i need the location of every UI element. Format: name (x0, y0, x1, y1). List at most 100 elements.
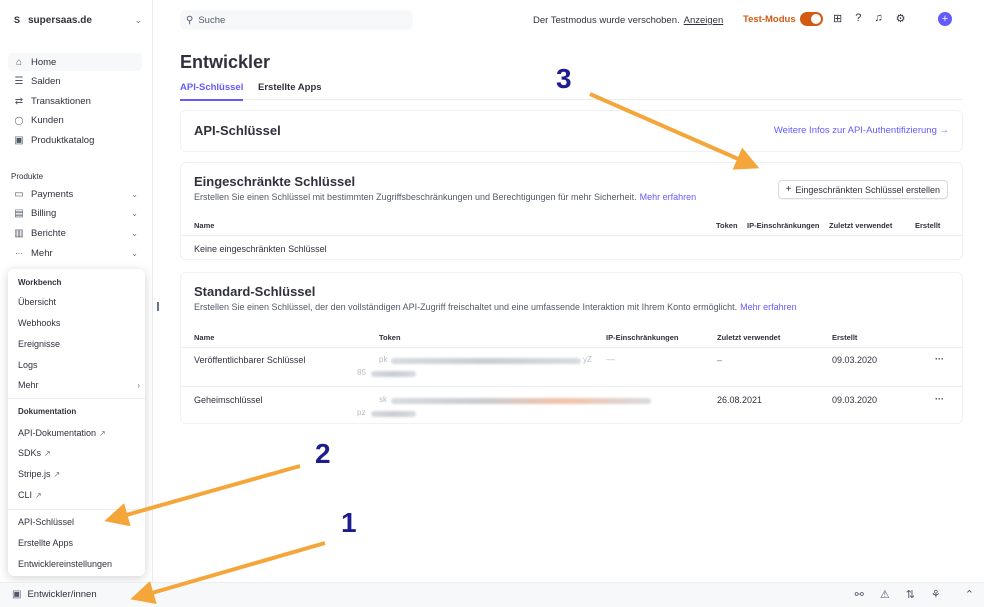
menu-item-label: Stripe.js (18, 469, 51, 479)
menu-item-api-keys[interactable]: API-Schlüssel (18, 517, 140, 527)
sidebar-item-payments[interactable]: ▭ Payments ⌄ (8, 185, 142, 203)
create-restricted-key-button[interactable]: + Eingeschränkten Schlüssel erstellen (777, 180, 948, 199)
search-input[interactable]: ⚲ Suche (180, 10, 413, 30)
sidebar-item-label: Transaktionen (31, 95, 91, 107)
notice-link[interactable]: Anzeigen (684, 15, 724, 26)
top-bar: ⚲ Suche Der Testmodus wurde verschoben. A… (153, 0, 984, 40)
token-redacted (391, 398, 651, 404)
standard-keys-title: Standard-Schlüssel (194, 284, 316, 299)
standard-table-header: Name Token IP-Einschränkungen Zuletzt ve… (181, 325, 962, 348)
home-icon: ⌂ (15, 56, 23, 68)
page-title: Entwickler (180, 52, 271, 72)
popover-heading-workbench: Workbench (18, 278, 62, 287)
divider (8, 398, 145, 399)
menu-item-label: SDKs (18, 448, 42, 458)
billing-icon: ▤ (14, 207, 24, 219)
sidebar-item-more[interactable]: ··· Mehr ⌄ (8, 244, 142, 262)
sidebar-item-customers[interactable]: ◯ Kunden (8, 111, 142, 129)
sort-arrows-icon[interactable]: ⇅ (906, 588, 915, 601)
gear-icon[interactable]: ⚙ (896, 12, 906, 25)
payments-icon: ▭ (14, 188, 24, 200)
restricted-table-header: Name Token IP-Einschränkungen Zuletzt ve… (181, 213, 962, 236)
external-link-icon: ↗ (53, 469, 61, 479)
row-menu-icon[interactable]: ··· (935, 394, 944, 404)
menu-item-cli[interactable]: CLI ↗ (18, 490, 140, 500)
column-header: Erstellt (915, 221, 941, 230)
menu-item-api-docs[interactable]: API-Dokumentation ↗ (18, 428, 140, 438)
token-line2: 85 (357, 368, 366, 377)
column-header: Token (716, 221, 738, 230)
created-date: 09.03.2020 (832, 355, 878, 365)
desc-text: Erstellen Sie einen Schlüssel, der den v… (194, 302, 738, 312)
webhook-icon[interactable]: ⚘ (931, 588, 941, 601)
token-redacted (371, 371, 416, 377)
toggle-knob (811, 14, 821, 24)
reports-icon: ▥ (14, 227, 24, 239)
sidebar-item-reports[interactable]: ▥ Berichte ⌄ (8, 224, 142, 242)
menu-item-label: API-Dokumentation (18, 428, 97, 438)
column-header: Token (379, 333, 401, 342)
last-used: 26.08.2021 (717, 395, 763, 405)
apps-icon[interactable]: ⊞ (833, 12, 842, 25)
chevron-up-circle-icon[interactable]: ⌃ (965, 588, 974, 601)
search-icon: ⚲ (186, 14, 194, 26)
menu-item-sdks[interactable]: SDKs ↗ (18, 448, 140, 458)
external-link-icon: ↗ (44, 448, 51, 458)
table-row[interactable]: Geheimschlüssel sk pz 26.08.2021 09.03.2… (181, 387, 962, 425)
menu-item-logs[interactable]: Logs (18, 360, 140, 370)
chevron-right-icon: › (137, 380, 140, 390)
menu-item-overview[interactable]: Übersicht (18, 297, 140, 307)
sidebar-item-transactions[interactable]: ⇄ Transaktionen (8, 92, 142, 110)
external-link-icon: ↗ (35, 490, 42, 500)
chevron-down-icon: ⌄ (131, 189, 138, 199)
api-auth-info-link[interactable]: Weitere Infos zur API-Authentifizierung … (774, 125, 949, 136)
learn-more-link[interactable]: Mehr erfahren (640, 192, 697, 202)
menu-item-label: CLI (18, 490, 33, 500)
token-prefix: sk (379, 395, 387, 404)
notice-text: Der Testmodus wurde verschoben. (533, 15, 680, 26)
test-mode-toggle[interactable] (800, 12, 823, 26)
menu-item-dev-settings[interactable]: Entwicklereinstellungen (18, 559, 140, 569)
restricted-keys-card: Eingeschränkte Schlüssel Erstellen Sie e… (180, 162, 963, 260)
chevron-down-icon: ⌄ (131, 208, 138, 218)
external-link-icon: ↗ (99, 428, 106, 438)
sidebar-item-billing[interactable]: ▤ Billing ⌄ (8, 204, 142, 222)
annotation-marker-1: 1 (341, 507, 357, 538)
menu-item-label: Webhooks (18, 318, 61, 328)
menu-item-more[interactable]: Mehr › (18, 380, 140, 390)
developer-menu-popover: Workbench Übersicht Webhooks Ereignisse … (8, 269, 145, 576)
menu-item-webhooks[interactable]: Webhooks (18, 318, 140, 328)
tab-created-apps[interactable]: Erstellte Apps (258, 82, 322, 99)
api-keys-title: API-Schlüssel (194, 123, 281, 138)
account-switcher[interactable]: S supersaas.de ⌄ (10, 11, 142, 29)
last-used: – (717, 355, 723, 365)
help-icon[interactable]: ? (855, 12, 861, 25)
learn-more-link[interactable]: Mehr erfahren (740, 302, 797, 312)
menu-item-events[interactable]: Ereignisse (18, 339, 140, 349)
divider (8, 509, 145, 510)
warning-icon[interactable]: ⚠ (880, 588, 890, 601)
tab-api-keys[interactable]: API-Schlüssel (180, 82, 244, 101)
sidebar-item-balances[interactable]: ☰ Salden (8, 72, 142, 90)
binoculars-icon[interactable]: ⚯ (855, 588, 864, 601)
table-row[interactable]: Veröffentlichbarer Schlüssel pk yZ 85 — … (181, 349, 962, 387)
chevron-down-icon: ⌄ (131, 248, 138, 258)
menu-item-label: Übersicht (18, 297, 57, 307)
sidebar-resize-handle[interactable] (157, 302, 159, 311)
menu-item-label: Erstellte Apps (18, 538, 74, 548)
create-plus-button[interactable]: + (938, 12, 952, 26)
row-menu-icon[interactable]: ··· (935, 354, 944, 364)
account-badge: S (13, 15, 20, 25)
button-label: Eingeschränkten Schlüssel erstellen (795, 184, 940, 195)
transactions-icon: ⇄ (14, 95, 24, 107)
developers-button[interactable]: ▣ Entwickler/innen (12, 589, 97, 600)
bell-icon[interactable]: ♫ (874, 12, 882, 25)
sidebar-item-label: Mehr (31, 247, 53, 259)
sidebar-item-label: Home (31, 56, 57, 68)
test-mode-label: Test-Modus (743, 14, 796, 25)
token-prefix: pk (379, 355, 388, 364)
sidebar-item-home[interactable]: ⌂ Home (8, 53, 142, 71)
sidebar-item-catalog[interactable]: ▣ Produktkatalog (8, 131, 142, 149)
menu-item-created-apps[interactable]: Erstellte Apps (18, 538, 140, 548)
menu-item-stripejs[interactable]: Stripe.js ↗ (18, 469, 140, 479)
